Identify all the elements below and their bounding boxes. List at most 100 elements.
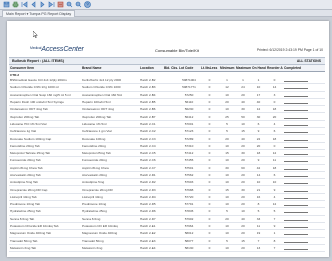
cell-max: 40 xyxy=(235,134,251,143)
cell-lot: 57310 xyxy=(178,142,200,150)
help-icon[interactable] xyxy=(84,1,91,8)
search-icon[interactable] xyxy=(75,1,82,8)
cell-lot: 57501 xyxy=(178,164,200,172)
table-row: Tramadol 50mg Tab Tramadol 50mg Hatch 2-E3… xyxy=(9,237,325,245)
cell-loc: Hatch 2-C7 xyxy=(139,164,163,172)
cell-max: 24 xyxy=(235,83,251,92)
table-row: Famotidine 20mg Tab Famotidine 20mg Hatch … xyxy=(9,142,325,150)
cell-brand: Metoprolol 25mg Tab xyxy=(81,149,139,158)
last-page-icon[interactable] xyxy=(48,1,55,8)
cell-cks xyxy=(163,222,178,231)
cell-brand: Ceftriaxone 1 gm Vial xyxy=(81,127,139,136)
cell-lot: 57001 xyxy=(178,120,200,129)
completed-signoff-line xyxy=(283,244,325,253)
cell-ltl: 0 xyxy=(200,200,219,209)
table-row: Lidocaine HCl 1% 5ml Vial Lidocaine 1% 5m… xyxy=(9,120,325,129)
cell-brand: Lidocaine 1% 5ml xyxy=(81,120,139,129)
cell-cks xyxy=(163,112,178,121)
cell-item: Potassium Chloride ER 10mEq Tab xyxy=(9,222,81,231)
cell-ltl: 0 xyxy=(200,244,219,253)
cell-loc: Hatch 2-E1 xyxy=(139,222,163,231)
cell-item: Lisinopril 10mg Tab xyxy=(9,193,81,202)
cell-loc: Hatch 2-C5 xyxy=(139,149,163,158)
completed-signoff-line xyxy=(283,142,325,150)
cell-lot: 50871004 xyxy=(178,77,200,85)
cell-ltl: 0 xyxy=(200,112,219,121)
cell-lot: 57455 xyxy=(178,156,200,165)
cell-ra: 4 xyxy=(266,120,283,129)
completed-signoff-line xyxy=(283,207,325,216)
cell-brand: Prednisone 10mg xyxy=(81,200,139,209)
cell-oh: 10 xyxy=(251,178,266,187)
cell-loc: Hatch 2-B6 xyxy=(139,105,163,114)
prev-page-icon[interactable] xyxy=(30,1,37,8)
cell-oh: 9 xyxy=(251,156,266,165)
completed-signoff-line xyxy=(283,156,325,165)
cell-min: 15 xyxy=(219,149,235,158)
cell-cks xyxy=(163,229,178,238)
cell-item: Ceftriaxone 1g Vial xyxy=(9,127,81,136)
cell-max: 20 xyxy=(235,244,251,253)
cell-cks xyxy=(163,185,178,194)
cell-lot: 57562 xyxy=(178,171,200,180)
table-row: Acetaminophen Oral Susp 160 mg/5 ml 5 ml… xyxy=(9,91,325,99)
cell-brand: Melatonin 3mg xyxy=(81,244,139,253)
table-row: Docusate Sodium 100mg Cap Docusate 100mg H… xyxy=(9,134,325,143)
cell-item: Lidocaine HCl 1% 5ml Vial xyxy=(9,120,81,129)
print-icon[interactable] xyxy=(12,1,19,8)
cell-lot: 57902 xyxy=(178,215,200,223)
cell-loc: Hatch 2-E4 xyxy=(139,244,163,253)
cell-loc: Hatch 2-C1 xyxy=(139,120,163,129)
cell-ltl: 0 xyxy=(200,193,219,202)
table-row: Ondansetron ODT 4mg Tab Ondansetron ODT 4… xyxy=(9,105,325,114)
completed-signoff-line xyxy=(283,91,325,99)
cell-oh: 9 xyxy=(251,127,266,136)
report-toolbar xyxy=(0,0,332,10)
completed-signoff-line xyxy=(283,120,325,129)
cell-ltl: 0 xyxy=(200,207,219,216)
table-row: Metoprolol Tartrate 25mg Tab Metoprolol 2… xyxy=(9,149,325,158)
cell-item: Prednisone 10mg Tab xyxy=(9,200,81,209)
completed-signoff-line xyxy=(283,193,325,202)
table-row: Senna 8.6mg Tab Senna 8.6mg Hatch 2-D7 5790… xyxy=(9,215,325,223)
cell-lot: 57412 xyxy=(178,149,200,158)
report-header-title: Consumable Bin/Tote/Kit xyxy=(155,48,199,53)
cell-loc: Hatch 2-B5 xyxy=(139,98,163,107)
cell-ltl: 0 xyxy=(200,156,219,165)
report-viewer[interactable]: MedicalAccessCenter Consumable Bin/Tote/… xyxy=(0,17,332,261)
cell-oh: 19 xyxy=(251,229,266,238)
cell-oh: 13 xyxy=(251,244,266,253)
cell-loc: Hatch 2-D2 xyxy=(139,178,163,187)
cell-max: 20 xyxy=(235,142,251,150)
cell-min: 20 xyxy=(219,134,235,143)
cell-cks xyxy=(163,171,178,180)
cell-item: Aspirin 81mg Chew Tab xyxy=(9,164,81,172)
cell-min: 5 xyxy=(219,237,235,245)
table-row: Hydralazine 25mg Tab Hydralazine 25mg Hatc… xyxy=(9,207,325,216)
cell-ra: 10 xyxy=(266,178,283,187)
cell-ltl: 0 xyxy=(200,178,219,187)
cell-max: 20 xyxy=(235,171,251,180)
table-row: Prednisone 10mg Tab Prednisone 10mg Hatch … xyxy=(9,200,325,209)
cell-ra: 0 xyxy=(266,142,283,150)
cell-ra: 0 xyxy=(266,77,283,85)
cell-item: Melatonin 3mg Tab xyxy=(9,244,81,253)
first-page-icon[interactable] xyxy=(21,1,28,8)
cell-loc: Hatch 2-B4 xyxy=(139,91,163,99)
cell-ra: 0 xyxy=(266,98,283,107)
report-page: MedicalAccessCenter Consumable Bin/Tote/… xyxy=(7,21,329,257)
cell-max: 15 xyxy=(235,237,251,245)
cell-min: 5 xyxy=(219,127,235,136)
cell-brand: Heparin 100u/ml 5ml xyxy=(81,98,139,107)
export-icon[interactable] xyxy=(57,1,64,8)
cell-cks xyxy=(163,142,178,150)
save-icon[interactable] xyxy=(3,1,10,8)
cell-cks xyxy=(163,207,178,216)
cell-ltl: 0 xyxy=(200,142,219,150)
next-page-icon[interactable] xyxy=(39,1,46,8)
cell-brand: Ondansetron ODT 4mg xyxy=(81,105,139,114)
completed-signoff-line xyxy=(283,164,325,172)
cell-loc: Hatch 2-D1 xyxy=(139,171,163,180)
tab-main-report[interactable]: Main Report ▾ Tumpa PG Report Display xyxy=(2,10,76,17)
zoom-icon[interactable] xyxy=(66,1,73,8)
